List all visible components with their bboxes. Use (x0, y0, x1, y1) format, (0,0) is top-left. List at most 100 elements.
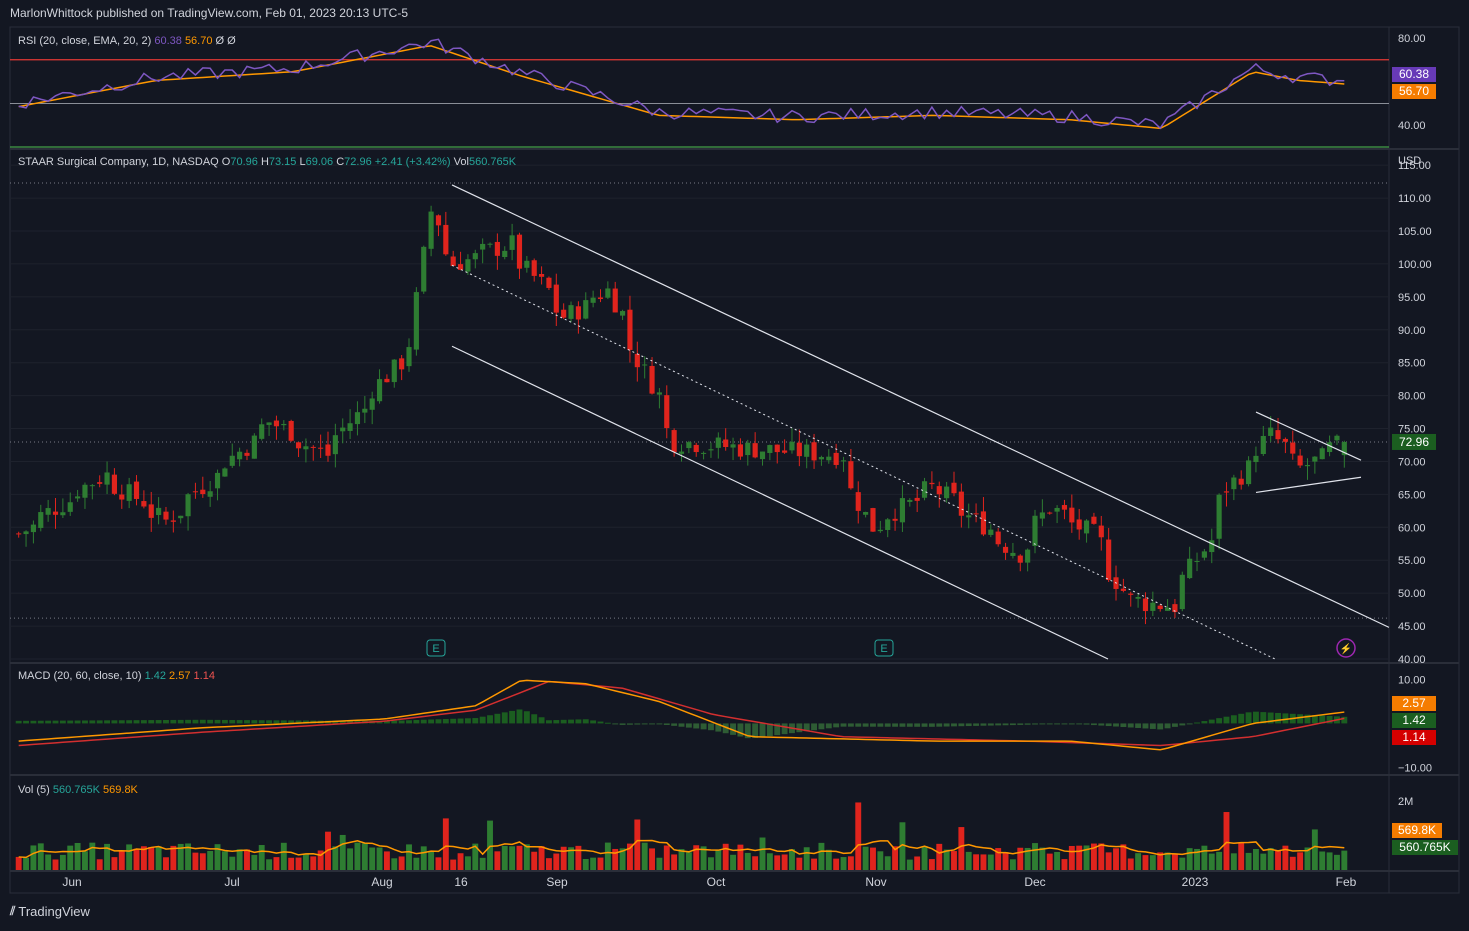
candle-body (421, 246, 427, 292)
candle-body (656, 392, 662, 395)
ohlc-high: 73.15 (268, 156, 297, 168)
macd-histogram-bar (1002, 723, 1009, 726)
candle-body (369, 398, 375, 410)
volume-bar (1002, 852, 1009, 870)
macd-histogram-bar (163, 720, 169, 724)
volume-bar (1297, 852, 1304, 870)
volume-bar (1142, 855, 1149, 870)
footer-brand[interactable]: ⫽ TradingView (10, 904, 90, 919)
candle-body (1002, 546, 1009, 553)
price-tick-label: 100.00 (1398, 259, 1432, 271)
candle-body (273, 420, 280, 427)
volume-bar (818, 842, 825, 870)
candle-body (811, 442, 817, 461)
price-tick-label: 90.00 (1398, 325, 1426, 337)
macd-histogram-bar (1017, 723, 1024, 725)
candle-body (583, 300, 589, 319)
candle-body (185, 494, 191, 517)
volume-bar (1149, 855, 1156, 870)
volume-bar (1120, 844, 1127, 870)
candle-body (988, 529, 994, 535)
macd-histogram-bar (965, 723, 972, 727)
macd-histogram-bar (207, 719, 214, 724)
volume-bar (1046, 853, 1053, 870)
volume-bar (774, 855, 781, 870)
chart-canvas[interactable]: 115.00110.00105.00100.0095.0090.0085.008… (0, 0, 1469, 931)
macd-histogram-bar (1201, 721, 1208, 724)
macd-histogram-bar (420, 719, 427, 724)
candle-body (966, 515, 972, 518)
volume-bar (1311, 829, 1318, 870)
candle-body (693, 444, 699, 453)
rsi-tick-label: 40.00 (1398, 120, 1426, 132)
candle-body (708, 449, 714, 451)
volume-tick-label: 2M (1398, 796, 1413, 808)
candle-body (1142, 598, 1149, 612)
macd-histogram-bar (553, 720, 560, 724)
candle-body (1231, 477, 1237, 490)
ohlc-change: +2.41 (+3.42%) (374, 156, 451, 168)
macd-histogram-bar (914, 723, 921, 727)
candle-body (376, 379, 383, 402)
volume-bar (295, 857, 302, 870)
macd-histogram-bar (1275, 712, 1281, 724)
candle-body (1253, 455, 1259, 463)
volume-bar (634, 819, 641, 870)
volume-bar (258, 845, 265, 870)
volume-bar (789, 849, 795, 870)
volume-bar (1039, 847, 1046, 870)
rsi-tick-label: 80.00 (1398, 33, 1426, 45)
candle-body (524, 260, 530, 268)
volume-bar (973, 854, 980, 870)
macd-histogram-bar (236, 720, 243, 724)
macd-histogram-bar (96, 720, 103, 724)
macd-histogram-bar (678, 723, 685, 727)
macd-histogram-bar (406, 720, 412, 724)
candle-body (38, 512, 44, 528)
macd-macd-badge-label: 1.14 (1402, 730, 1426, 744)
volume-bar (398, 856, 405, 870)
macd-histogram-bar (906, 723, 913, 727)
candle-body (1135, 596, 1141, 599)
candle-body (170, 520, 176, 522)
candle-body (944, 486, 950, 499)
volume-bar (516, 845, 523, 870)
volume-bar (1105, 852, 1112, 870)
volume-bar (148, 846, 155, 870)
time-axis-label: 16 (454, 875, 468, 889)
volume-bar (730, 854, 736, 870)
candle-body (870, 508, 876, 532)
candle-body (855, 492, 861, 511)
macd-histogram-bar (74, 720, 81, 724)
symbol-title[interactable]: STAAR Surgical Company, 1D, NASDAQ (18, 156, 219, 168)
macd-histogram-bar (1149, 723, 1156, 729)
rsi-legend-value: 60.38 (154, 35, 182, 47)
candle-body (833, 452, 839, 465)
macd-histogram-bar (538, 717, 545, 724)
candle-body (1106, 539, 1112, 581)
macd-histogram-bar (1024, 723, 1031, 725)
volume-bar (803, 847, 810, 870)
volume-bar (67, 845, 74, 870)
macd-histogram-bar (987, 723, 994, 726)
candle-body (877, 529, 883, 532)
volume-value-badge-label: 560.765K (1399, 840, 1450, 854)
candle-body (340, 427, 346, 432)
macd-histogram-bar (244, 720, 250, 724)
volume-bar (980, 854, 987, 870)
macd-histogram-bar (509, 710, 516, 724)
volume-bar (840, 857, 847, 870)
candle-body (399, 358, 405, 370)
volume-bar (884, 856, 891, 870)
volume-bar (1267, 848, 1274, 870)
candle-body (1201, 551, 1207, 558)
macd-legend-title: MACD (20, 60, close, 10) (18, 670, 142, 682)
macd-histogram-bar (23, 720, 29, 724)
macd-hist-badge-label: 1.42 (1402, 713, 1426, 727)
macd-histogram-bar (627, 723, 633, 725)
volume-bar (1098, 843, 1105, 870)
candle-body (259, 424, 265, 439)
macd-histogram-bar (663, 723, 670, 725)
volume-bar (847, 856, 854, 870)
macd-histogram-bar (671, 723, 678, 726)
